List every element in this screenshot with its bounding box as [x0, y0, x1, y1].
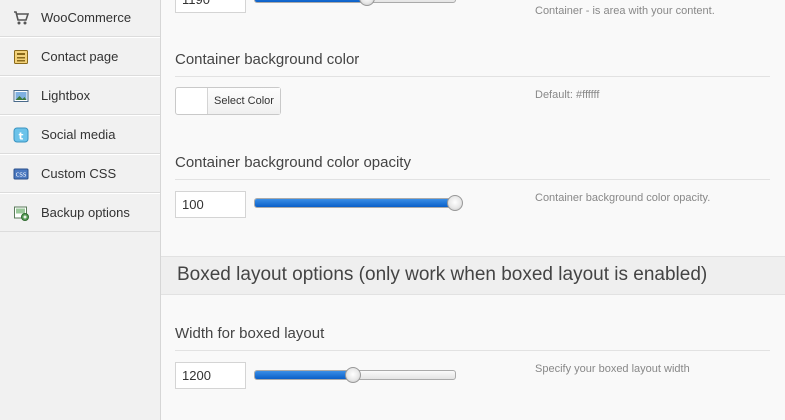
boxed-width-input[interactable]: 1200 — [175, 362, 246, 389]
section-divider — [175, 350, 770, 351]
sidebar-item-label: Lightbox — [41, 88, 91, 103]
slider-handle[interactable] — [447, 195, 463, 211]
sidebar-item-lightbox[interactable]: Lightbox — [0, 76, 160, 115]
bg-color-title: Container background color — [175, 51, 360, 68]
backup-icon — [13, 205, 29, 221]
bg-color-hint: Default: #ffffff — [535, 89, 600, 101]
sidebar-item-label: WooCommerce — [41, 10, 132, 25]
slider-fill — [255, 0, 367, 2]
boxed-layout-header: Boxed layout options (only work when box… — [161, 256, 785, 295]
select-color-button[interactable]: Select Color — [175, 87, 281, 115]
sidebar-item-contact-page[interactable]: Contact page — [0, 37, 160, 76]
svg-text:CSS: CSS — [16, 172, 27, 178]
sidebar-item-social-media[interactable]: t Social media — [0, 115, 160, 154]
cart-icon — [13, 10, 29, 26]
container-width-input[interactable]: 1190 — [175, 0, 246, 13]
options-sidebar: WooCommerce Contact page Lightbox t Soci… — [0, 0, 161, 420]
select-color-label: Select Color — [208, 88, 280, 114]
slider-handle[interactable] — [345, 367, 361, 383]
slider-fill — [255, 199, 455, 207]
sidebar-item-label: Contact page — [41, 49, 119, 64]
sidebar-item-backup-options[interactable]: Backup options — [0, 193, 160, 232]
boxed-layout-heading: Boxed layout options (only work when box… — [177, 264, 708, 285]
container-width-slider[interactable] — [254, 0, 456, 6]
sidebar-item-woocommerce[interactable]: WooCommerce — [0, 0, 160, 37]
sidebar-item-label: Backup options — [41, 205, 130, 220]
boxed-width-title: Width for boxed layout — [175, 325, 325, 342]
container-width-hint: Container - is area with your content. — [535, 5, 715, 17]
css-icon: CSS — [13, 166, 29, 182]
contact-card-icon — [13, 49, 29, 65]
sidebar-item-label: Custom CSS — [41, 166, 117, 181]
picture-icon — [13, 88, 29, 104]
bg-opacity-slider[interactable] — [254, 195, 463, 211]
slider-fill — [255, 371, 353, 379]
sidebar-item-custom-css[interactable]: CSS Custom CSS — [0, 154, 160, 193]
section-divider — [175, 179, 770, 180]
bg-opacity-title: Container background color opacity — [175, 154, 411, 171]
slider-handle[interactable] — [359, 0, 375, 6]
boxed-width-slider[interactable] — [254, 367, 456, 383]
svg-text:t: t — [19, 131, 24, 142]
section-divider — [175, 76, 770, 77]
color-swatch — [176, 88, 208, 114]
sidebar-item-label: Social media — [41, 127, 116, 142]
twitter-icon: t — [13, 127, 29, 143]
options-main-panel: 1190 Container - is area with your conte… — [161, 0, 785, 420]
bg-opacity-input[interactable]: 100 — [175, 191, 246, 218]
boxed-width-hint: Specify your boxed layout width — [535, 363, 690, 375]
bg-opacity-hint: Container background color opacity. — [535, 192, 711, 204]
